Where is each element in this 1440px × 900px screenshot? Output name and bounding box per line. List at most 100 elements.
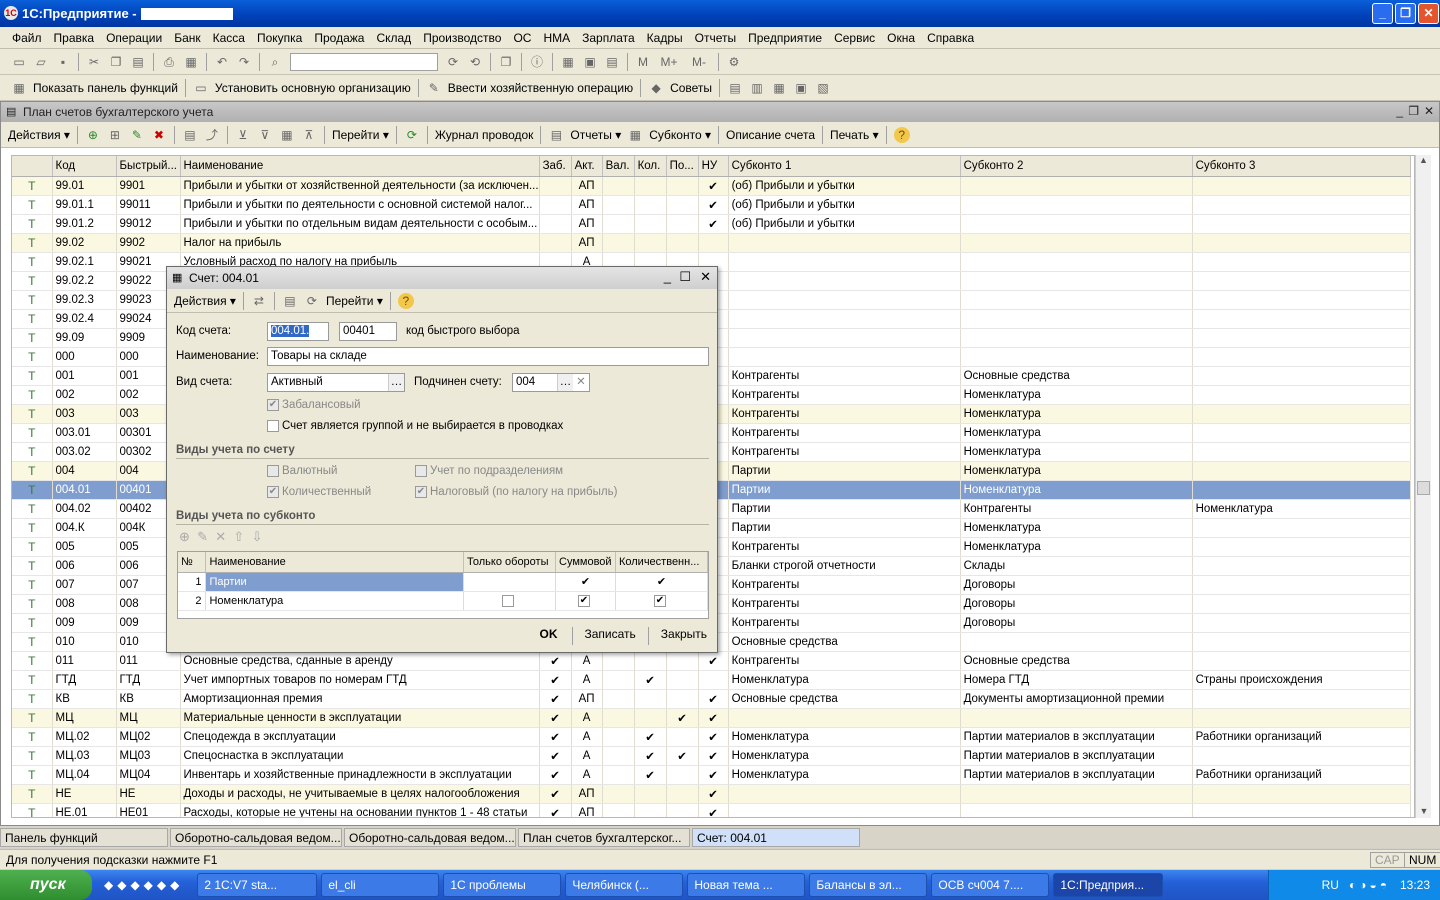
delete-icon[interactable]: ✖ xyxy=(151,127,167,143)
subkonto-sum-checkbox[interactable]: ✔ xyxy=(555,591,616,611)
type-field[interactable]: Активный… xyxy=(267,373,405,392)
subkonto-column-header[interactable]: № xyxy=(178,552,207,573)
move-down-icon[interactable]: ⇩ xyxy=(252,529,263,544)
subkonto-qty-checkbox[interactable]: ✔ xyxy=(615,591,709,611)
hierarchy-icon[interactable]: ▤ xyxy=(182,127,198,143)
tax-checkbox[interactable]: ✔ Налоговый (по налогу на прибыль) xyxy=(415,486,617,498)
copy-doc-icon[interactable]: ⟳ xyxy=(304,293,320,309)
parent-field[interactable]: 004… ✕ xyxy=(512,373,590,392)
subkonto-turn-checkbox[interactable] xyxy=(463,572,556,592)
window-tab[interactable]: Счет: 004.01 xyxy=(692,827,860,847)
taskbar-button[interactable]: Балансы в эл... xyxy=(809,873,928,897)
menu-item-9[interactable]: ОС xyxy=(507,31,537,45)
minimize-button[interactable]: _ xyxy=(1372,3,1393,24)
column-header[interactable]: Субконто 3 xyxy=(1192,156,1411,177)
add-group-icon[interactable]: ⊞ xyxy=(107,127,123,143)
column-header[interactable]: Кол. xyxy=(634,156,667,177)
restore-button[interactable]: ❐ xyxy=(1395,3,1416,24)
memory-minus-icon[interactable]: M- xyxy=(687,54,711,70)
level-up-icon[interactable]: ⤴ xyxy=(204,127,220,143)
table-row[interactable]: T 99.01 9901 Прибыли и убытки от хозяйствен… xyxy=(12,176,1411,196)
filter-value-icon[interactable]: ⊽ xyxy=(257,127,273,143)
dialog-minimize-icon[interactable]: _ xyxy=(664,269,671,284)
taskbar-button[interactable]: el_cli xyxy=(321,873,440,897)
menu-item-13[interactable]: Отчеты xyxy=(689,31,742,45)
calendar-icon[interactable]: ▣ xyxy=(582,54,598,70)
subkonto-sum-checkbox[interactable]: ✔ xyxy=(555,572,616,592)
menu-item-3[interactable]: Банк xyxy=(168,31,206,45)
window-tab[interactable]: Панель функций xyxy=(0,827,168,847)
table-row[interactable]: T МЦ.03 МЦ03 Спецоснастка в эксплуатации ✔ А ✔… xyxy=(12,746,1411,766)
enter-operation-button[interactable]: Ввести хозяйственную операцию xyxy=(445,81,636,95)
column-header[interactable]: Быстрый... xyxy=(116,156,181,177)
column-header[interactable]: Код xyxy=(52,156,117,177)
memory-m-icon[interactable]: M xyxy=(635,54,651,70)
column-header[interactable]: Наименование xyxy=(180,156,540,177)
table-row[interactable]: T 99.01.2 99012 Прибыли и убытки по отдельн… xyxy=(12,214,1411,234)
memory-plus-icon[interactable]: M+ xyxy=(657,54,681,70)
table-icon[interactable]: ▤ xyxy=(604,54,620,70)
menu-item-15[interactable]: Сервис xyxy=(828,31,881,45)
set-org-button[interactable]: Установить основную организацию xyxy=(212,81,414,95)
menu-item-7[interactable]: Склад xyxy=(370,31,417,45)
subkonto-row[interactable]: 2 Номенклатура ✔ ✔ xyxy=(178,591,709,611)
table-row[interactable]: T МЦ.04 МЦ04 Инвентарь и хозяйственные прин… xyxy=(12,765,1411,785)
preview-icon[interactable]: ▦ xyxy=(183,54,199,70)
column-header[interactable]: Субконто 2 xyxy=(960,156,1193,177)
table-row[interactable]: T МЦ.02 МЦ02 Спецодежда в эксплуатации ✔ А ✔ ✔ Н… xyxy=(12,727,1411,747)
table-row[interactable]: T ГТД ГТД Учет импортных товаров по номерам… xyxy=(12,670,1411,690)
tips-button[interactable]: Советы xyxy=(667,81,715,95)
filter-icon[interactable]: ⊻ xyxy=(235,127,251,143)
ok-button[interactable]: OK xyxy=(534,627,564,645)
dialog-help-icon[interactable]: ? xyxy=(397,292,414,309)
undo-icon[interactable]: ↶ xyxy=(214,54,230,70)
menu-item-11[interactable]: Зарплата xyxy=(576,31,641,45)
code-field[interactable]: 004.01. xyxy=(267,322,329,341)
docs-icon[interactable]: ▥ xyxy=(749,80,765,96)
tray-icons[interactable]: ◐◑◒◓ xyxy=(1349,878,1390,892)
menu-item-16[interactable]: Окна xyxy=(881,31,921,45)
scroll-down-icon[interactable]: ▼ xyxy=(1416,806,1432,816)
table-row[interactable]: T 011 011 Основные средства, сданные в арен… xyxy=(12,651,1411,671)
menu-item-0[interactable]: Файл xyxy=(6,31,48,45)
dialog-maximize-icon[interactable]: ☐ xyxy=(679,269,691,285)
save-button[interactable]: Записать xyxy=(581,627,640,645)
find-next-icon[interactable]: ⟳ xyxy=(445,54,461,70)
doc-restore-icon[interactable]: ❐ xyxy=(1408,104,1419,118)
show-panel-button[interactable]: Показать панель функций xyxy=(30,81,181,95)
filter-off-icon[interactable]: ⊼ xyxy=(301,127,317,143)
menu-item-12[interactable]: Кадры xyxy=(641,31,689,45)
journal-icon[interactable]: ▤ xyxy=(727,80,743,96)
name-field[interactable]: Товары на складе xyxy=(267,347,709,366)
column-header[interactable]: НУ xyxy=(698,156,729,177)
info-icon[interactable]: ⓘ xyxy=(529,54,545,70)
quantity-checkbox[interactable]: ✔ Количественный xyxy=(267,486,371,498)
menu-item-2[interactable]: Операции xyxy=(100,31,168,45)
cut-icon[interactable]: ✂ xyxy=(86,54,102,70)
parent-clear-icon[interactable]: ✕ xyxy=(573,374,589,391)
table-row[interactable]: T НЕ НЕ Доходы и расходы, не учитываемые в … xyxy=(12,784,1411,804)
monitor-icon[interactable]: ▣ xyxy=(793,80,809,96)
table-row[interactable]: T 99.01.1 99011 Прибыли и убытки по деятель… xyxy=(12,195,1411,215)
open-icon[interactable]: ▱ xyxy=(33,54,49,70)
filter-list-icon[interactable]: ▦ xyxy=(279,127,295,143)
help-icon[interactable]: ? xyxy=(893,126,910,143)
search-input[interactable] xyxy=(290,52,438,71)
language-indicator[interactable]: RU xyxy=(1322,878,1339,892)
dialog-close-icon[interactable]: ✕ xyxy=(700,269,711,285)
subkonto-turn-checkbox[interactable] xyxy=(463,591,556,611)
group-checkbox[interactable]: Счет является группой и не выбирается в … xyxy=(267,420,563,432)
menu-item-1[interactable]: Правка xyxy=(48,31,101,45)
vertical-scrollbar[interactable]: ▲ ▼ xyxy=(1415,155,1431,818)
refresh-icon[interactable]: ⟳ xyxy=(404,127,420,143)
column-header[interactable]: Субконто 1 xyxy=(728,156,961,177)
dialog-goto-menu[interactable]: Перейти ▾ xyxy=(323,294,386,308)
post-icon[interactable]: ⇄ xyxy=(251,293,267,309)
taskbar-button[interactable]: 1С проблемы xyxy=(443,873,562,897)
menu-item-4[interactable]: Касса xyxy=(207,31,251,45)
scroll-up-icon[interactable]: ▲ xyxy=(1416,155,1431,171)
structure-icon[interactable]: ▤ xyxy=(282,293,298,309)
window-tab[interactable]: План счетов бухгалтерског... xyxy=(518,827,690,847)
menu-item-14[interactable]: Предприятие xyxy=(742,31,828,45)
doc-minimize-icon[interactable]: _ xyxy=(1396,104,1403,118)
